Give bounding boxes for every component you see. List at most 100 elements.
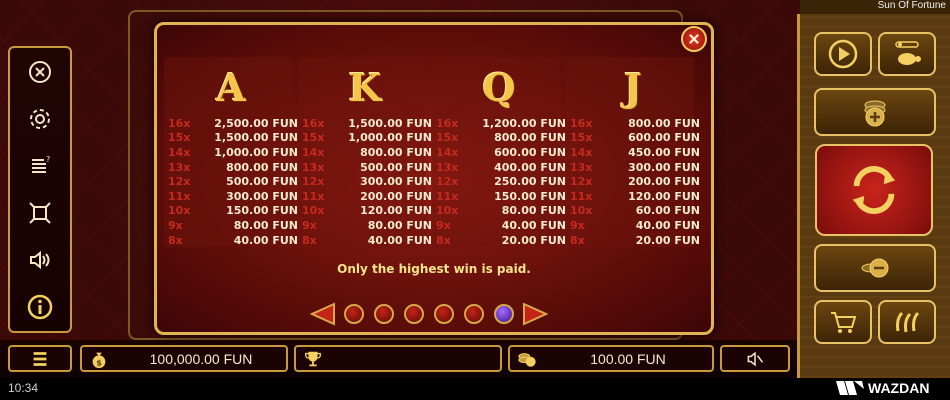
spin-button[interactable]: [815, 144, 933, 236]
chili-peppers-icon: [896, 311, 920, 333]
page-dot[interactable]: [404, 304, 424, 324]
payout-amount: 20.00 FUN: [501, 233, 566, 247]
volatility-button[interactable]: [878, 300, 936, 344]
page-dot[interactable]: [434, 304, 454, 324]
spin-arrows-icon: [852, 166, 896, 214]
payout-multiplier: 11x: [436, 189, 459, 203]
queen-symbol-icon: Q: [474, 64, 524, 110]
close-circle-icon: [29, 60, 51, 83]
payout-amount: 500.00 FUN: [226, 175, 298, 189]
page-dot[interactable]: [464, 304, 484, 324]
page-dot[interactable]: [494, 304, 514, 324]
payout-row: 12x 500.00 FUN: [168, 174, 298, 189]
clock: 10:34: [8, 381, 39, 395]
payout-multiplier: 14x: [436, 145, 459, 159]
payout-multiplier: 12x: [570, 175, 593, 189]
speed-toggle-button[interactable]: [878, 32, 936, 76]
bet-display: 100.00 FUN: [508, 345, 714, 372]
payout-multiplier: 13x: [436, 160, 459, 174]
payout-multiplier: 16x: [302, 116, 325, 130]
payout-multiplier: 10x: [168, 204, 191, 218]
payout-row: 11x 120.00 FUN: [570, 189, 700, 204]
menu-button[interactable]: [8, 345, 72, 372]
payout-row: 11x 200.00 FUN: [302, 189, 432, 204]
shop-button[interactable]: [814, 300, 872, 344]
payout-row: 12x 200.00 FUN: [570, 174, 700, 189]
payout-row: 15x 1,500.00 FUN: [168, 131, 298, 146]
page-dot[interactable]: [374, 304, 394, 324]
payout-amount: 500.00 FUN: [360, 160, 432, 174]
bet-decrease-button[interactable]: [814, 244, 936, 292]
game-title: Sun Of Fortune: [800, 0, 950, 14]
left-menu: ?: [8, 46, 72, 333]
payout-amount: 200.00 FUN: [628, 175, 700, 189]
ace-symbol-icon: A: [206, 64, 256, 110]
payout-amount: 150.00 FUN: [494, 189, 566, 203]
payout-multiplier: 14x: [302, 145, 325, 159]
coin-minus-icon: [861, 258, 889, 278]
page-dot[interactable]: [344, 304, 364, 324]
play-circle-icon: [828, 39, 858, 69]
symbol-letter: A: [216, 64, 246, 110]
close-game-button[interactable]: [20, 52, 60, 92]
payout-amount: 600.00 FUN: [494, 145, 566, 159]
payout-row: 8x 20.00 FUN: [436, 233, 566, 248]
hamburger-menu-icon: [33, 351, 47, 366]
payout-amount: 40.00 FUN: [233, 233, 298, 247]
payout-multiplier: 9x: [570, 218, 585, 232]
cart-icon: [831, 312, 857, 333]
payout-row: 14x 1,000.00 FUN: [168, 145, 298, 160]
symbol-letter: K: [348, 64, 382, 110]
payout-row: 10x 60.00 FUN: [570, 204, 700, 219]
payout-multiplier: 11x: [168, 189, 191, 203]
payout-amount: 300.00 FUN: [628, 160, 700, 174]
payout-row: 13x 800.00 FUN: [168, 160, 298, 175]
payout-amount: 300.00 FUN: [226, 189, 298, 203]
payout-row: 15x 800.00 FUN: [436, 131, 566, 146]
svg-text:?: ?: [46, 155, 50, 164]
payout-amount: 200.00 FUN: [360, 189, 432, 203]
brand-logo: WAZDAN: [836, 380, 929, 396]
payout-list: 16x 800.00 FUN 15x 600.00 FUN 14x 450.00 FUN 1…: [570, 116, 700, 247]
coins-stack-icon: [516, 348, 538, 370]
payout-amount: 60.00 FUN: [635, 204, 700, 218]
payout-amount: 1,500.00 FUN: [348, 116, 432, 130]
payout-multiplier: 9x: [436, 218, 451, 232]
payout-amount: 800.00 FUN: [494, 131, 566, 145]
settings-button[interactable]: [20, 99, 60, 139]
fullscreen-icon: [29, 202, 51, 224]
payout-multiplier: 8x: [168, 233, 183, 247]
payout-amount: 300.00 FUN: [360, 175, 432, 189]
payout-row: 12x 300.00 FUN: [302, 174, 432, 189]
previous-page-arrow-icon[interactable]: [310, 302, 336, 326]
payout-amount: 40.00 FUN: [501, 218, 566, 232]
payout-row: 9x 40.00 FUN: [436, 218, 566, 233]
fullscreen-button[interactable]: [20, 193, 60, 233]
payout-amount: 80.00 FUN: [501, 204, 566, 218]
payout-amount: 40.00 FUN: [367, 233, 432, 247]
bet-increase-button[interactable]: [814, 88, 936, 136]
payout-list: 16x 2,500.00 FUN 15x 1,500.00 FUN 14x 1,000.0…: [168, 116, 298, 247]
brand-name: WAZDAN: [868, 380, 930, 396]
payout-multiplier: 15x: [168, 131, 191, 145]
next-page-arrow-icon[interactable]: [522, 302, 548, 326]
payout-row: 9x 80.00 FUN: [168, 218, 298, 233]
close-paytable-button[interactable]: [681, 26, 707, 52]
sound-button[interactable]: [20, 240, 60, 280]
paytable-button[interactable]: ?: [20, 146, 60, 186]
autoplay-button[interactable]: [814, 32, 872, 76]
mute-button[interactable]: [720, 345, 790, 372]
payout-multiplier: 14x: [168, 145, 191, 159]
payout-multiplier: 13x: [302, 160, 325, 174]
payout-row: 10x 150.00 FUN: [168, 204, 298, 219]
payout-amount: 120.00 FUN: [628, 189, 700, 203]
payout-row: 9x 40.00 FUN: [570, 218, 700, 233]
payout-row: 9x 80.00 FUN: [302, 218, 432, 233]
info-icon: [27, 295, 53, 320]
payout-amount: 450.00 FUN: [628, 145, 700, 159]
coin-plus-icon: [864, 100, 886, 127]
payout-amount: 20.00 FUN: [635, 233, 700, 247]
info-button[interactable]: [20, 287, 60, 327]
payout-multiplier: 12x: [302, 175, 325, 189]
payout-multiplier: 10x: [570, 204, 593, 218]
